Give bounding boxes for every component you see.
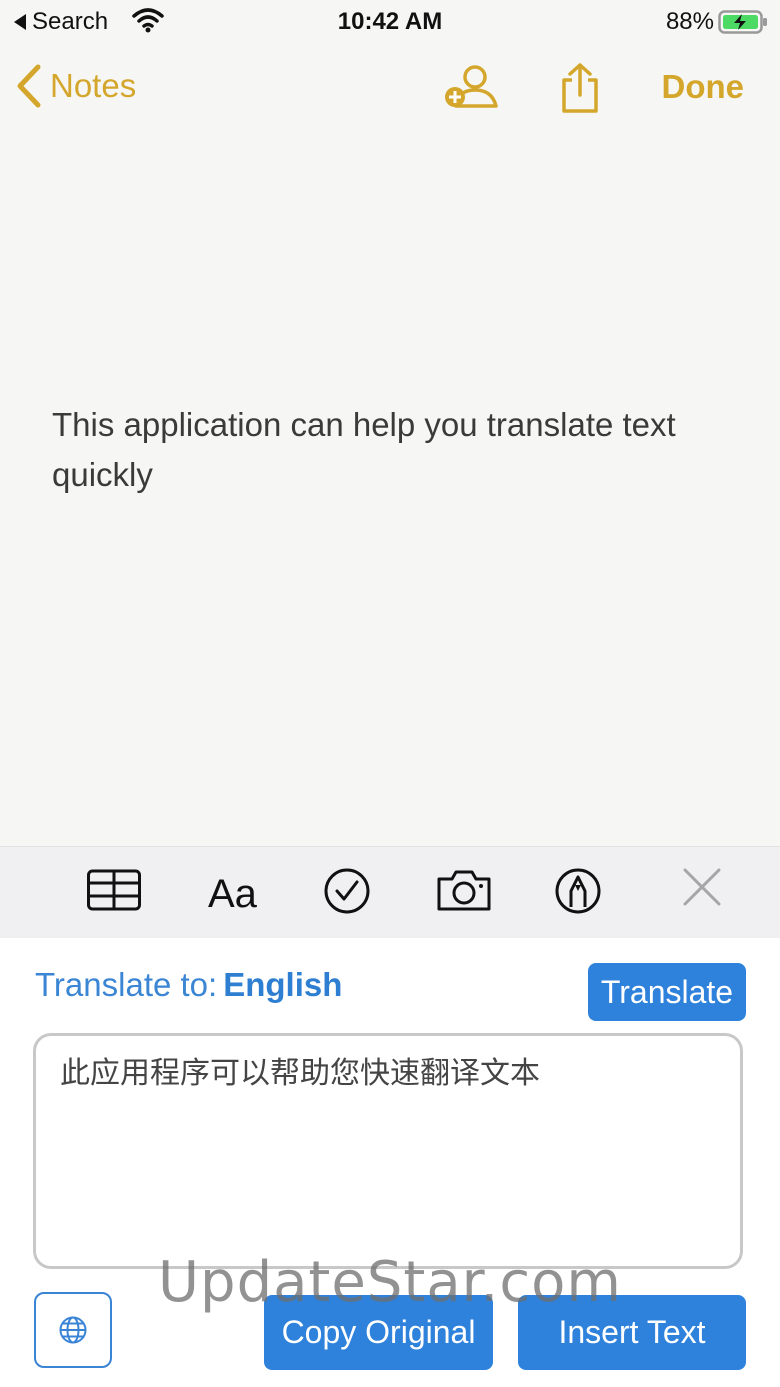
battery-charging-icon <box>718 10 767 34</box>
watermark: UpdateStar.com <box>158 1250 622 1315</box>
translate-to-label: Translate to: <box>35 966 218 1003</box>
text-format-icon[interactable]: Aa <box>206 867 264 915</box>
translator-panel: Translate to: English Translate 此应用程序可以帮助… <box>0 938 780 1387</box>
globe-icon <box>59 1316 87 1344</box>
close-icon[interactable] <box>682 867 722 907</box>
camera-icon[interactable] <box>436 867 492 913</box>
translate-button[interactable]: Translate <box>588 963 746 1021</box>
notes-back-button[interactable]: Notes <box>16 64 136 108</box>
done-button[interactable]: Done <box>662 68 745 106</box>
navigation-bar: Notes Done <box>0 44 780 134</box>
status-bar: Search 10:42 AM 88% <box>0 0 780 44</box>
add-collaborator-icon[interactable] <box>442 62 500 110</box>
translation-output[interactable]: 此应用程序可以帮助您快速翻译文本 <box>33 1033 743 1269</box>
target-language[interactable]: English <box>223 966 342 1003</box>
translate-to-row: Translate to: English <box>35 966 342 1004</box>
clock: 10:42 AM <box>337 8 443 35</box>
markup-icon[interactable] <box>554 867 602 915</box>
share-icon[interactable] <box>558 62 602 114</box>
formatting-toolbar: Aa <box>0 846 780 939</box>
table-icon[interactable] <box>86 867 142 913</box>
checklist-icon[interactable] <box>323 867 371 915</box>
svg-text:Aa: Aa <box>208 872 258 915</box>
notes-back-label: Notes <box>50 67 137 104</box>
chevron-left-icon <box>17 64 41 108</box>
note-text[interactable]: This application can help you translate … <box>52 400 732 500</box>
battery-percent: 88% <box>665 8 714 35</box>
